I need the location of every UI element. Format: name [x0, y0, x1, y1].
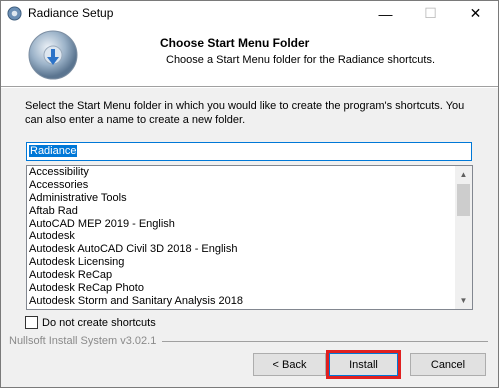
folder-list-item[interactable]: Autodesk ReCap [27, 269, 456, 282]
folder-list-item[interactable]: Accessibility [27, 166, 456, 179]
maximize-button: ☐ [408, 1, 453, 26]
folder-list-item[interactable]: Autodesk ReCap Photo [27, 282, 456, 295]
close-button[interactable]: ✕ [453, 1, 498, 26]
scroll-down-button[interactable]: ▼ [455, 292, 472, 309]
installer-icon [7, 6, 22, 21]
list-scrollbar[interactable]: ▲ ▼ [455, 166, 472, 309]
footer-divider [162, 341, 488, 342]
back-button[interactable]: < Back [253, 353, 326, 376]
scroll-up-button[interactable]: ▲ [455, 166, 472, 183]
install-button[interactable]: Install [329, 353, 398, 376]
minimize-button[interactable]: — [363, 1, 408, 26]
setup-window: Radiance Setup — ☐ ✕ Choose Start Menu F… [0, 0, 499, 388]
title-bar[interactable]: Radiance Setup — ☐ ✕ [1, 1, 498, 26]
chevron-down-icon: ▼ [459, 296, 468, 305]
no-shortcuts-label: Do not create shortcuts [42, 316, 156, 329]
maximize-icon: ☐ [424, 5, 437, 21]
scrollbar-thumb[interactable] [457, 184, 470, 216]
no-shortcuts-checkbox[interactable] [25, 316, 38, 329]
minimize-icon: — [378, 5, 393, 22]
chevron-up-icon: ▲ [459, 170, 468, 179]
instructions-text: Select the Start Menu folder in which yo… [25, 100, 465, 126]
folder-list-item[interactable]: Aftab Rad [27, 205, 456, 218]
folder-list-item[interactable]: Autodesk AutoCAD Civil 3D 2018 - English [27, 243, 456, 256]
header-subtitle: Choose a Start Menu folder for the Radia… [166, 54, 436, 66]
folder-list-item[interactable]: Accessories [27, 179, 456, 192]
cancel-button[interactable]: Cancel [410, 353, 486, 376]
folder-list-item[interactable]: AutoCAD MEP 2019 - English [27, 218, 456, 231]
no-shortcuts-option[interactable]: Do not create shortcuts [25, 316, 156, 329]
window-title: Radiance Setup [28, 6, 114, 20]
wizard-header: Choose Start Menu Folder Choose a Start … [1, 26, 498, 87]
installer-brand-text: Nullsoft Install System v3.02.1 [9, 335, 157, 347]
folder-list-item[interactable]: Autodesk Licensing [27, 256, 456, 269]
folder-list-items: Accessibility Accessories Administrative T… [27, 166, 456, 308]
start-menu-folder-list[interactable]: Accessibility Accessories Administrative T… [26, 165, 473, 310]
close-icon: ✕ [469, 5, 482, 21]
header-title: Choose Start Menu Folder [160, 36, 310, 50]
folder-list-item[interactable]: Autodesk [27, 230, 456, 243]
header-divider [1, 87, 498, 88]
folder-list-item[interactable]: Administrative Tools [27, 192, 456, 205]
folder-name-value: Radiance [29, 145, 78, 157]
folder-name-input[interactable]: Radiance [26, 142, 472, 161]
folder-list-item[interactable]: Autodesk Storm and Sanitary Analysis 201… [27, 295, 456, 308]
radiance-logo-icon [28, 30, 78, 80]
